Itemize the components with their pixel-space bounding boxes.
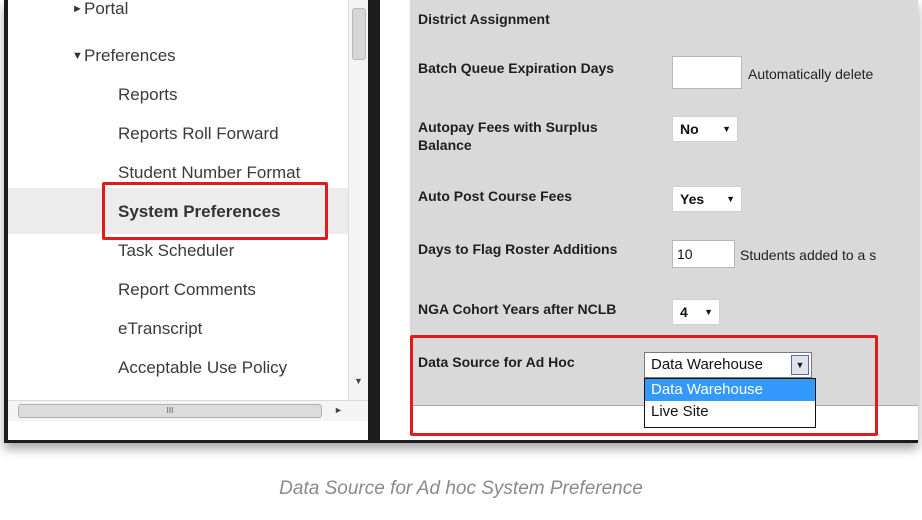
autopay-label: Autopay Fees with Surplus Balance <box>418 119 598 153</box>
nga-cohort-label: NGA Cohort Years after NCLB <box>418 301 617 317</box>
scroll-right-arrow-icon[interactable]: ► <box>334 405 343 415</box>
tree-item-reports-roll-forward[interactable]: Reports Roll Forward <box>118 124 279 144</box>
scroll-down-arrow-icon[interactable]: ▼ <box>354 376 363 386</box>
auto-post-label: Auto Post Course Fees <box>418 188 573 204</box>
collapsed-arrow-icon: ► <box>72 3 83 15</box>
figure-caption: Data Source for Ad hoc System Preference <box>279 478 643 499</box>
tree-folder-preferences[interactable]: ▼Preferences <box>72 46 176 66</box>
panel-divider <box>368 0 380 440</box>
nga-cohort-select[interactable]: 4 ▼ <box>672 299 720 325</box>
tree-item-student-number-format[interactable]: Student Number Format <box>118 163 300 183</box>
tree-folder-portal[interactable]: ►Portal <box>72 0 128 19</box>
dropdown-caret-icon: ▼ <box>722 124 731 134</box>
screenshot-content: ►Portal ▼Preferences Reports Reports Rol… <box>8 0 918 440</box>
days-flag-label: Days to Flag Roster Additions <box>418 241 618 257</box>
district-assignment-heading: District Assignment <box>418 11 550 27</box>
autopay-select[interactable]: No ▼ <box>672 116 738 142</box>
data-source-highlight-box <box>410 335 878 436</box>
horizontal-scroll-thumb[interactable]: III <box>18 404 322 418</box>
tree-horizontal-scrollbar[interactable]: III ► <box>8 400 368 421</box>
days-flag-input[interactable]: 10 <box>672 240 735 268</box>
tree-item-task-scheduler[interactable]: Task Scheduler <box>118 241 234 261</box>
expanded-arrow-icon: ▼ <box>72 50 83 62</box>
batch-queue-input[interactable] <box>672 56 742 89</box>
auto-post-select[interactable]: Yes ▼ <box>672 186 742 212</box>
tree-vertical-scrollbar[interactable]: ▼ <box>348 0 369 400</box>
scroll-grip-icon: III <box>166 406 174 415</box>
dropdown-caret-icon: ▼ <box>726 194 735 204</box>
batch-queue-label: Batch Queue Expiration Days <box>418 60 615 76</box>
vertical-scroll-thumb[interactable] <box>352 8 366 60</box>
screenshot-frame: ►Portal ▼Preferences Reports Reports Rol… <box>4 0 918 443</box>
dropdown-caret-icon: ▼ <box>704 307 713 317</box>
tree-item-etranscript[interactable]: eTranscript <box>118 319 202 339</box>
batch-queue-note: Automatically delete <box>748 66 874 82</box>
tree-item-acceptable-use-policy[interactable]: Acceptable Use Policy <box>118 358 287 378</box>
tree-item-reports[interactable]: Reports <box>118 85 178 105</box>
tree-item-report-comments[interactable]: Report Comments <box>118 280 256 300</box>
system-preferences-highlight-box <box>102 182 328 240</box>
days-flag-note: Students added to a s <box>740 247 877 263</box>
